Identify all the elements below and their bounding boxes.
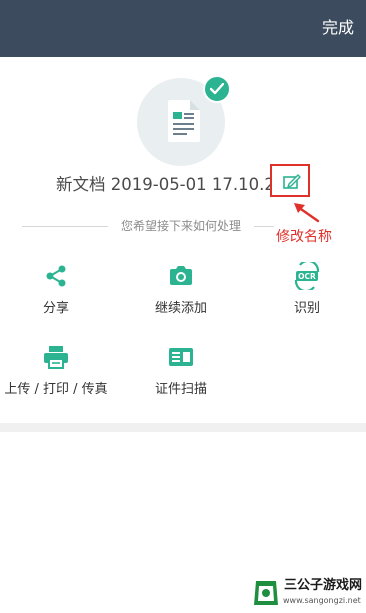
id-card-icon	[169, 348, 193, 366]
printer-icon	[44, 346, 68, 369]
ocr-icon: OCR	[294, 262, 320, 290]
edit-icon	[283, 174, 301, 189]
next-step-prompt: 您希望接下来如何处理	[120, 219, 241, 233]
upload-print-fax-label: 上传 / 打印 / 传真	[4, 382, 108, 397]
id-scan-label: 证件扫描	[154, 382, 207, 397]
svg-text:OCR: OCR	[298, 272, 316, 281]
top-bar: 完成	[0, 0, 366, 57]
recognize-label: 识别	[293, 301, 320, 316]
recognize-action[interactable]: OCR 识别	[252, 262, 362, 318]
share-icon	[46, 265, 66, 287]
annotation-label: 修改名称	[276, 229, 332, 245]
continue-add-action[interactable]: 继续添加	[126, 262, 236, 318]
share-label: 分享	[42, 301, 69, 316]
saved-check-icon	[203, 75, 231, 103]
done-button[interactable]: 完成	[322, 17, 354, 39]
camera-icon	[170, 266, 192, 285]
divider-right	[254, 226, 274, 227]
annotation-arrow	[294, 203, 320, 223]
upload-print-fax-action[interactable]: 上传 / 打印 / 传真	[1, 343, 111, 399]
continue-add-label: 继续添加	[154, 301, 207, 316]
watermark-name: 三公子游戏网	[284, 578, 363, 593]
section-separator	[0, 423, 366, 432]
rename-button[interactable]	[270, 164, 310, 197]
document-filename: 新文档 2019-05-01 17.10.21	[56, 175, 272, 194]
share-action[interactable]: 分享	[1, 262, 111, 318]
id-scan-action[interactable]: 证件扫描	[126, 343, 236, 399]
divider-left	[22, 226, 108, 227]
watermark-url: www.sangongzi.net	[283, 596, 361, 605]
document-icon	[168, 100, 200, 142]
watermark-logo-icon	[254, 581, 278, 605]
